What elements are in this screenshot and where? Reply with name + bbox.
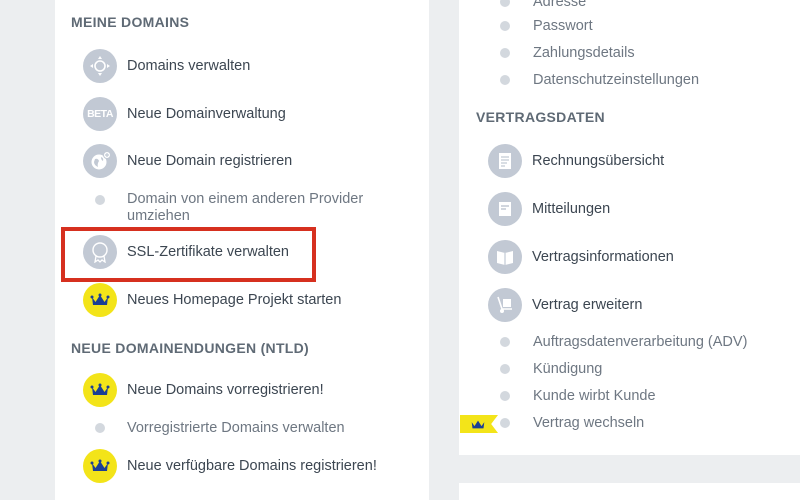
menu-item-label: Datenschutzeinstellungen xyxy=(533,72,700,88)
menu-item-label: Auftragsdatenverarbeitung (ADV) xyxy=(533,334,748,350)
section-title-vertragsdaten: VERTRAGSDATEN xyxy=(476,109,605,125)
bullet-dot-icon xyxy=(500,337,510,347)
bullet-dot-icon xyxy=(500,391,510,401)
menu-item-homepage-projekt[interactable]: Neues Homepage Projekt starten xyxy=(83,283,341,317)
menu-item-label: Neue Domainverwaltung xyxy=(127,106,286,122)
crown-icon xyxy=(83,283,117,317)
account-panel xyxy=(459,0,800,455)
menu-item-label: Vertrag wechseln xyxy=(533,415,645,431)
globe-plus-icon xyxy=(83,144,117,178)
beta-icon: BETA xyxy=(83,97,117,131)
hand-truck-icon xyxy=(488,288,522,322)
menu-item-vertrag-wechseln[interactable]: Vertrag wechseln xyxy=(500,415,644,431)
crown-icon xyxy=(83,449,117,483)
menu-item-label: Neue verfügbare Domains registrieren! xyxy=(127,458,377,474)
highlight-frame xyxy=(61,227,316,282)
menu-item-label: Domains verwalten xyxy=(127,58,251,74)
menu-item-neue-domainverwaltung[interactable]: BETA Neue Domainverwaltung xyxy=(83,97,286,131)
menu-item-domains-vorregistrieren[interactable]: Neue Domains vorregistrieren! xyxy=(83,373,324,407)
menu-item-label: Vertrag erweitern xyxy=(532,297,643,313)
menu-item-neue-domain-registrieren[interactable]: Neue Domain registrieren xyxy=(83,144,292,178)
section-title-meine-domains: MEINE DOMAINS xyxy=(71,14,190,30)
menu-item-domain-umziehen[interactable]: Domain von einem anderen Provider umzieh… xyxy=(95,191,363,225)
menu-item-passwort[interactable]: Passwort xyxy=(500,18,593,34)
menu-item-label: Kunde wirbt Kunde xyxy=(533,388,656,404)
menu-item-label: Rechnungsübersicht xyxy=(532,153,665,169)
menu-item-label: Kündigung xyxy=(533,361,603,377)
bullet-dot-icon xyxy=(95,423,105,433)
menu-item-verfuegbare-domains[interactable]: Neue verfügbare Domains registrieren! xyxy=(83,449,377,483)
menu-item-domains-verwalten[interactable]: Domains verwalten xyxy=(83,49,250,83)
globe-arrows-icon xyxy=(83,49,117,83)
menu-item-vorregistrierte-domains[interactable]: Vorregistrierte Domains verwalten xyxy=(95,420,345,436)
bullet-dot-icon xyxy=(500,418,510,428)
menu-item-label: Vertragsinformationen xyxy=(532,249,674,265)
menu-item-vertragsinformationen[interactable]: Vertragsinformationen xyxy=(488,240,674,274)
menu-item-kuendigung[interactable]: Kündigung xyxy=(500,361,602,377)
bullet-dot-icon xyxy=(500,48,510,58)
bullet-dot-icon xyxy=(500,0,510,7)
menu-item-zahlungsdetails[interactable]: Zahlungsdetails xyxy=(500,45,635,61)
menu-item-vertrag-erweitern[interactable]: Vertrag erweitern xyxy=(488,288,642,322)
menu-item-datenschutzeinstellungen[interactable]: Datenschutzeinstellungen xyxy=(500,72,699,88)
menu-item-kunde-wirbt-kunde[interactable]: Kunde wirbt Kunde xyxy=(500,388,656,404)
invoice-icon xyxy=(488,144,522,178)
menu-item-adresse[interactable]: Adresse xyxy=(500,0,586,10)
messages-icon xyxy=(488,192,522,226)
menu-item-label: Adresse xyxy=(533,0,587,10)
menu-item-rechnungsuebersicht[interactable]: Rechnungsübersicht xyxy=(488,144,664,178)
bullet-dot-icon xyxy=(95,195,105,205)
bullet-dot-icon xyxy=(500,364,510,374)
contract-book-icon xyxy=(488,240,522,274)
menu-item-label: Neue Domains vorregistrieren! xyxy=(127,382,324,398)
menu-item-label: Mitteilungen xyxy=(532,201,611,217)
menu-item-label: Domain von einem anderen Provider umzieh… xyxy=(127,191,364,224)
menu-item-mitteilungen[interactable]: Mitteilungen xyxy=(488,192,610,226)
lower-panel xyxy=(459,483,800,500)
menu-item-label: Zahlungsdetails xyxy=(533,45,635,61)
crown-icon xyxy=(83,373,117,407)
menu-item-label: Passwort xyxy=(533,18,593,34)
menu-item-label: Vorregistrierte Domains verwalten xyxy=(127,420,345,436)
menu-item-adv[interactable]: Auftragsdatenverarbeitung (ADV) xyxy=(500,334,747,350)
menu-item-label: Neues Homepage Projekt starten xyxy=(127,292,342,308)
menu-item-label: Neue Domain registrieren xyxy=(127,153,293,169)
bullet-dot-icon xyxy=(500,75,510,85)
section-title-ntld: NEUE DOMAINENDUNGEN (NTLD) xyxy=(71,340,310,356)
bullet-dot-icon xyxy=(500,21,510,31)
